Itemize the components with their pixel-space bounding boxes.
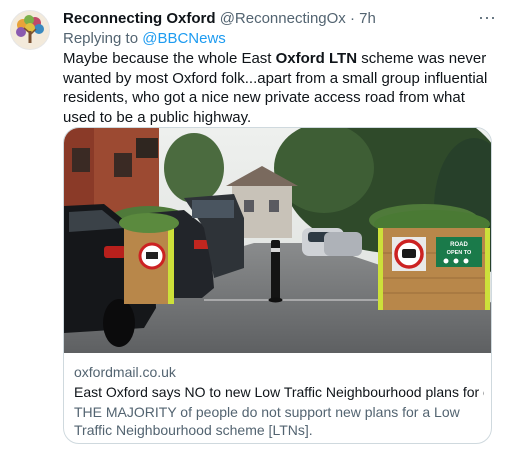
tweet-text: Maybe because the whole East Oxford LTN …	[63, 49, 501, 127]
reply-prefix: Replying to	[63, 30, 139, 47]
avatar[interactable]	[10, 10, 50, 50]
author-name[interactable]: Reconnecting Oxford	[63, 10, 216, 27]
separator-dot: ·	[349, 10, 355, 27]
sign-road-text: ROAD	[450, 242, 468, 248]
author-handle[interactable]: @ReconnectingOx	[220, 10, 346, 27]
timestamp[interactable]: 7h	[359, 10, 376, 27]
card-title[interactable]: East Oxford says NO to new Low Traffic N…	[74, 384, 484, 400]
article-image: ROAD OPEN TO	[64, 128, 491, 353]
reply-context: Replying to @BBCNews	[63, 30, 226, 47]
tree-logo-icon	[11, 11, 49, 49]
card-description[interactable]: THE MAJORITY of people do not support ne…	[74, 403, 484, 439]
card-domain[interactable]: oxfordmail.co.uk	[74, 364, 176, 380]
link-card[interactable]: ROAD OPEN TO oxfordmail.co.uk East Oxfor…	[63, 127, 492, 444]
more-options-icon[interactable]: ···	[476, 8, 498, 30]
tweet-header: Reconnecting Oxford @ReconnectingOx · 7h	[63, 10, 473, 30]
sign-open-to-text: OPEN TO	[447, 250, 472, 256]
tweet-text-part-1: Maybe because the whole East	[63, 50, 276, 67]
tweet-text-bold: Oxford LTN	[275, 50, 358, 67]
reply-to-link[interactable]: @BBCNews	[142, 30, 226, 47]
tweet[interactable]: Reconnecting Oxford @ReconnectingOx · 7h…	[0, 0, 513, 451]
